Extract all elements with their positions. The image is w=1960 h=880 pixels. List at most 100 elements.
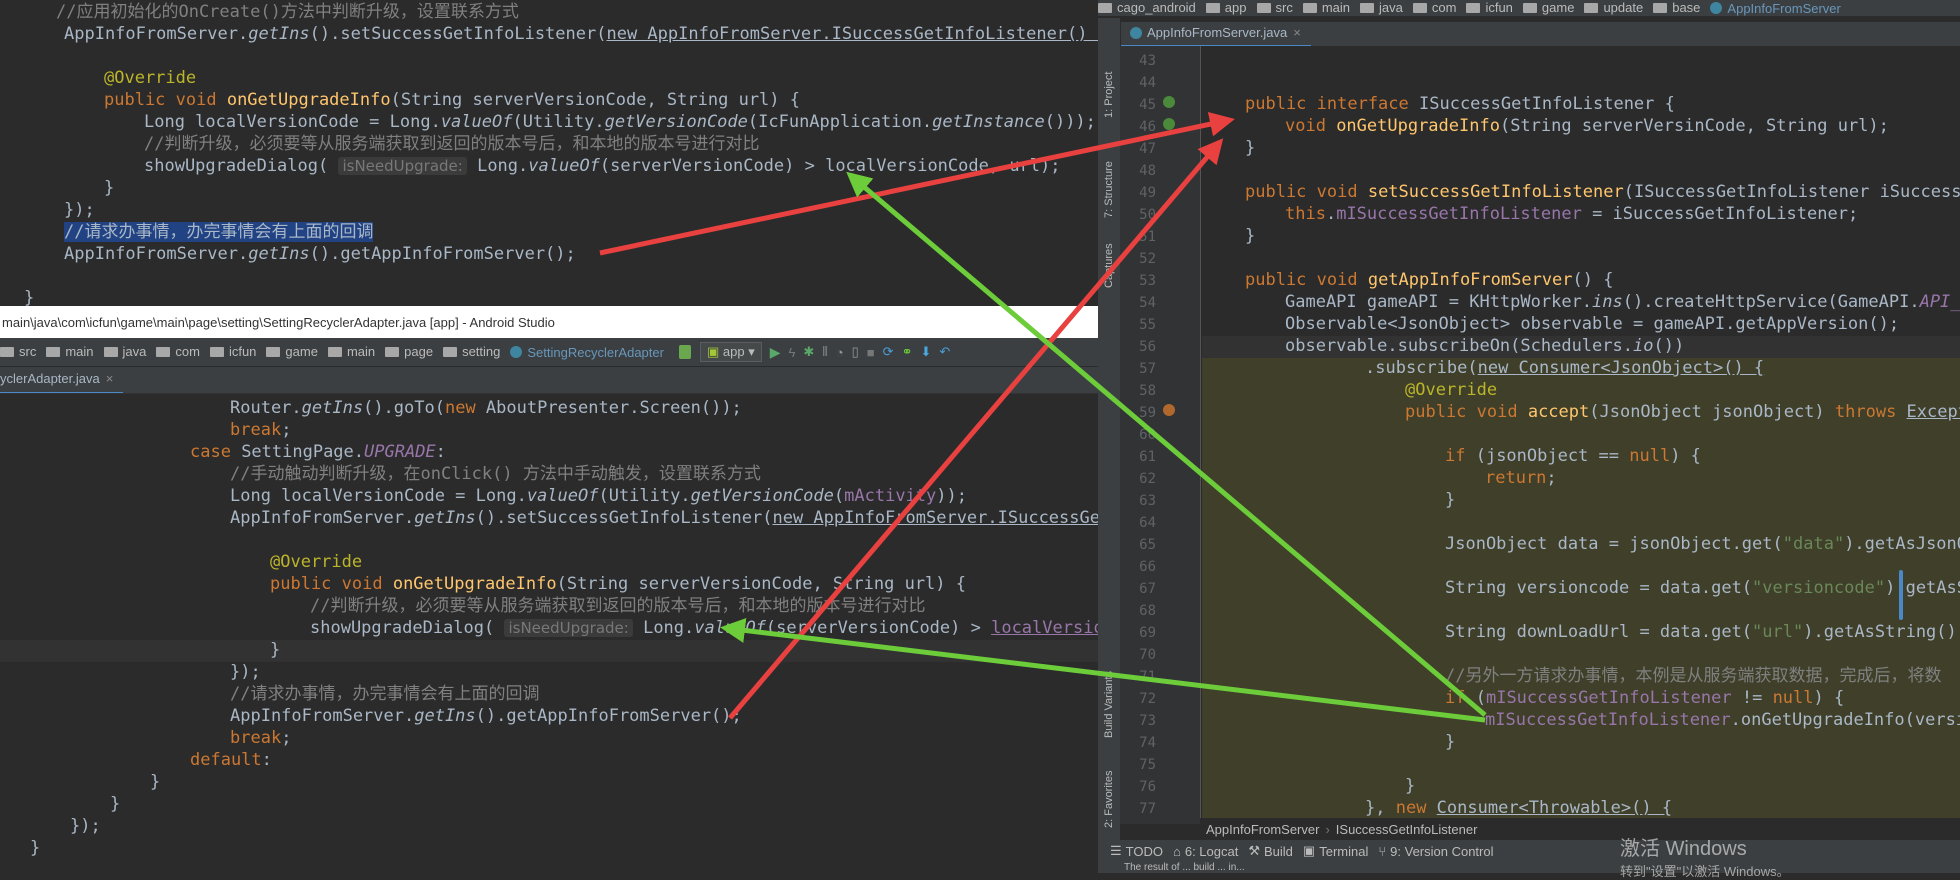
breadcrumb-item[interactable]: game: [266, 344, 318, 359]
version-control-tool[interactable]: ⑂ 9: Version Control: [1378, 844, 1493, 859]
breadcrumb-item[interactable]: base: [1653, 0, 1700, 15]
code-line[interactable]: Observable<JsonObject> observable = game…: [1285, 313, 1899, 335]
breadcrumb-item[interactable]: update: [1584, 0, 1643, 15]
code-line[interactable]: }: [110, 793, 120, 815]
close-icon[interactable]: ×: [1293, 25, 1301, 40]
code-token: @Override: [104, 68, 197, 88]
breadcrumb-item[interactable]: main: [1302, 0, 1350, 15]
code-line[interactable]: //应用初始化的OnCreate()方法中判断升级，设置联系方式: [56, 1, 519, 23]
code-line[interactable]: //判断升级，必须要等从服务端获取到返回的版本号后，和本地的版本号进行对比: [310, 595, 925, 617]
side-tool-3[interactable]: Build Variants: [1103, 671, 1115, 738]
code-line[interactable]: AppInfoFromServer.getIns().getAppInfoFro…: [64, 243, 576, 265]
code-line[interactable]: public void setSuccessGetInfoListener(IS…: [1245, 181, 1960, 203]
breadcrumb-item[interactable]: app: [1205, 0, 1247, 15]
code-line[interactable]: //手动触动判断升级，在onClick() 方法中手动触发，设置联系方式: [230, 463, 761, 485]
breadcrumb-item[interactable]: main: [46, 344, 94, 359]
code-line[interactable]: //判断升级，必须要等从服务端获取到返回的版本号后，和本地的版本号进行对比: [144, 133, 759, 155]
code-line[interactable]: break;: [230, 419, 291, 441]
side-tool-0[interactable]: 1: Project: [1103, 72, 1115, 118]
breadcrumb-item[interactable]: src: [1256, 0, 1293, 15]
breadcrumb-item[interactable]: setting: [443, 344, 500, 359]
hammer-icon[interactable]: [678, 345, 691, 359]
code-line[interactable]: Long localVersionCode = Long.valueOf(Uti…: [230, 485, 967, 507]
breadcrumb-item[interactable]: java: [1360, 0, 1403, 15]
side-tool-1[interactable]: 7: Structure: [1103, 161, 1115, 218]
code-line[interactable]: public void onGetUpgradeInfo(String serv…: [270, 573, 966, 595]
code-line[interactable]: public void onGetUpgradeInfo(String serv…: [104, 89, 800, 111]
code-line[interactable]: }: [150, 771, 160, 793]
code-line[interactable]: case SettingPage.UPGRADE:: [190, 441, 446, 463]
side-tool-2[interactable]: Captures: [1103, 243, 1115, 288]
breadcrumb-item[interactable]: com: [1412, 0, 1456, 15]
debug-icon[interactable]: ✱: [803, 344, 814, 360]
code-line[interactable]: });: [64, 199, 95, 221]
tab-settingrecycleradapter[interactable]: yclerAdapter.java ×: [0, 367, 124, 393]
breadcrumb-item[interactable]: icfun: [209, 344, 256, 359]
apply-changes-icon[interactable]: ϟ: [789, 345, 796, 360]
code-line[interactable]: //请求办事情，办完事情会有上面的回调: [64, 221, 374, 243]
terminal-icon: ▣: [1302, 843, 1316, 858]
breadcrumb-class-appinfofromserver[interactable]: AppInfoFromServer: [1710, 1, 1841, 16]
editor-scrollbar[interactable]: [1899, 570, 1903, 620]
breadcrumb-item[interactable]: src: [0, 344, 36, 359]
code-line[interactable]: public interface ISuccessGetInfoListener…: [1245, 93, 1675, 115]
code-line[interactable]: Router.getIns().goTo(new AboutPresenter.…: [230, 397, 742, 419]
code-line[interactable]: showUpgradeDialog( isNeedUpgrade: Long.v…: [144, 155, 1061, 177]
code-line[interactable]: AppInfoFromServer.getIns().setSuccessGet…: [230, 507, 1098, 529]
run-icon[interactable]: ▶: [770, 344, 781, 361]
code-line[interactable]: this.mISuccessGetInfoListener = iSuccess…: [1285, 203, 1858, 225]
build-tool[interactable]: ⚒ Build: [1248, 843, 1293, 859]
code-line[interactable]: });: [230, 661, 261, 683]
close-icon[interactable]: ×: [106, 371, 114, 386]
structure-icon[interactable]: ⚭: [902, 344, 913, 360]
code-line[interactable]: }: [270, 639, 280, 661]
tab-appinfofromserver[interactable]: AppInfoFromServer.java ×: [1120, 22, 1311, 46]
line-number: 71: [1139, 669, 1156, 685]
left-top-editor[interactable]: //应用初始化的OnCreate()方法中判断升级，设置联系方式 AppInfoF…: [0, 0, 1098, 306]
breadcrumb-item[interactable]: icfun: [1466, 0, 1513, 15]
code-line[interactable]: GameAPI gameAPI = KHttpWorker.ins().crea…: [1285, 291, 1960, 313]
implement-marker-icon[interactable]: [1163, 118, 1175, 130]
breadcrumb-item[interactable]: java: [103, 344, 146, 359]
code-line[interactable]: AppInfoFromServer.getIns().getAppInfoFro…: [230, 705, 742, 727]
code-line[interactable]: default:: [190, 749, 272, 771]
code-line[interactable]: void onGetUpgradeInfo(String serverVersi…: [1285, 115, 1889, 137]
sync-icon[interactable]: ⟳: [883, 344, 894, 360]
code-line[interactable]: showUpgradeDialog( isNeedUpgrade: Long.v…: [310, 617, 1098, 639]
code-line[interactable]: @Override: [270, 551, 362, 573]
code-line[interactable]: break;: [230, 727, 291, 749]
code-line[interactable]: }: [30, 837, 40, 859]
implement-marker-icon[interactable]: [1163, 96, 1175, 108]
side-tool-4[interactable]: 2: Favorites: [1103, 771, 1115, 828]
sdk-icon[interactable]: ⬇: [920, 344, 931, 360]
breadcrumb-item[interactable]: main: [327, 344, 375, 359]
code-line[interactable]: AppInfoFromServer.getIns().setSuccessGet…: [64, 23, 1098, 45]
code-line[interactable]: });: [70, 815, 101, 837]
code-line[interactable]: //请求办事情，办完事情会有上面的回调: [230, 683, 539, 705]
code-line[interactable]: Long localVersionCode = Long.valueOf(Uti…: [144, 111, 1096, 133]
code-line[interactable]: }: [1245, 137, 1255, 159]
run-config-select[interactable]: ▣ app ▾: [699, 342, 762, 362]
breadcrumb-item[interactable]: com: [156, 344, 200, 359]
attach-icon[interactable]: ◔: [836, 345, 844, 360]
breadcrumb-class-settingrecycleradapter[interactable]: SettingRecyclerAdapter: [510, 345, 664, 360]
folder-icon: [1302, 2, 1317, 13]
override-marker-icon[interactable]: [1163, 404, 1175, 416]
code-line[interactable]: public void getAppInfoFromServer() {: [1245, 269, 1613, 291]
code-token: //判断升级，必须要等从服务端获取到返回的版本号后，和本地的版本号进行对比: [144, 134, 760, 154]
todo-tool[interactable]: ☰ TODO: [1110, 843, 1163, 859]
profile-icon[interactable]: ⫴: [822, 344, 827, 360]
code-line[interactable]: }: [1245, 225, 1255, 247]
code-line[interactable]: }: [104, 177, 114, 199]
undo-icon[interactable]: ↶: [939, 344, 950, 360]
logcat-tool[interactable]: ⌂ 6: Logcat: [1173, 844, 1238, 859]
code-line[interactable]: @Override: [104, 67, 196, 89]
code-token: ().getAppInfoFromServer();: [475, 706, 742, 726]
device-icon[interactable]: ▯: [852, 344, 859, 360]
stop-icon[interactable]: ■: [867, 345, 875, 360]
breadcrumb-item[interactable]: game: [1522, 0, 1574, 15]
code-line[interactable]: }: [24, 287, 34, 306]
terminal-tool[interactable]: ▣ Terminal: [1303, 843, 1368, 859]
breadcrumb-item[interactable]: page: [385, 344, 433, 359]
breadcrumb-item[interactable]: cago_android: [1098, 0, 1196, 15]
